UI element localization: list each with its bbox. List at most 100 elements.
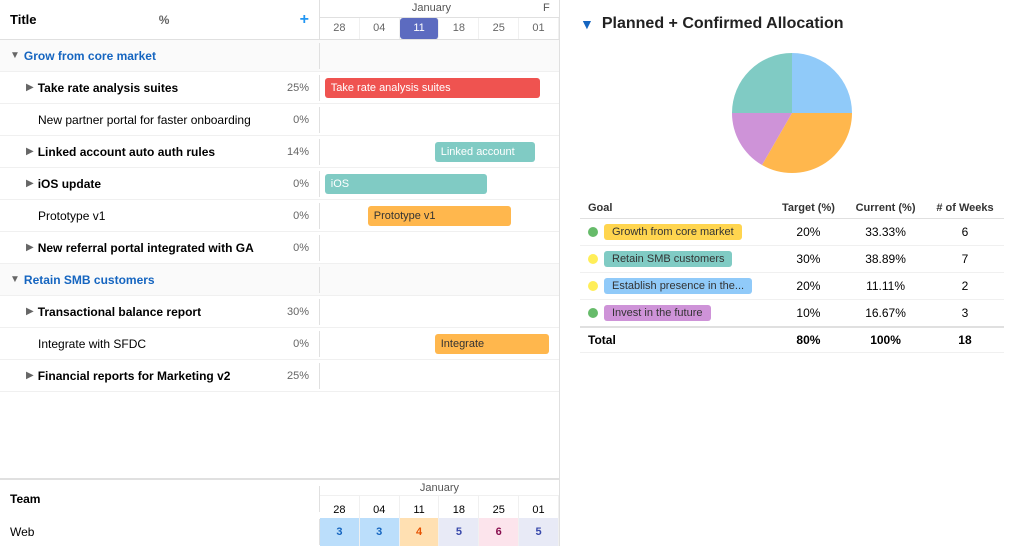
- add-button[interactable]: +: [300, 11, 309, 29]
- goal-badge-1: Retain SMB customers: [604, 251, 732, 267]
- partner-portal-label-col: New partner portal for faster onboarding…: [0, 107, 320, 133]
- current-0: 33.33%: [845, 219, 926, 246]
- expand-icon-ios[interactable]: ▶: [26, 178, 34, 189]
- table-header-row: Goal Target (%) Current (%) # of Weeks: [580, 198, 1004, 219]
- table-row: Growth from core market 20% 33.33% 6: [580, 219, 1004, 246]
- expand-icon-ref[interactable]: ▶: [26, 242, 34, 253]
- pie-segment-retain: [732, 53, 792, 113]
- table-row: Retain SMB customers 30% 38.89% 7: [580, 246, 1004, 273]
- total-target: 80%: [772, 327, 845, 353]
- pie-segment-establish: [792, 53, 852, 113]
- pie-chart: [712, 43, 872, 183]
- target-3: 10%: [772, 300, 845, 328]
- sfdc-label-col: Integrate with SFDC 0%: [0, 331, 320, 357]
- goal-badge-2: Establish presence in the...: [604, 278, 752, 294]
- weeks-1: 7: [926, 246, 1004, 273]
- collapse-icon[interactable]: ▼: [10, 50, 20, 61]
- target-0: 20%: [772, 219, 845, 246]
- weeks-2: 2: [926, 273, 1004, 300]
- prototype-bar: Prototype v1: [368, 206, 511, 226]
- panel-title: Planned + Confirmed Allocation: [602, 15, 844, 33]
- footer-cell-row: 3 3 4 5 6 5: [320, 518, 559, 546]
- expand-icon-la[interactable]: ▶: [26, 146, 34, 157]
- panel-title-row: ▼ Planned + Confirmed Allocation: [580, 15, 1004, 33]
- col-weeks: # of Weeks: [926, 198, 1004, 219]
- group-grow: ▼ Grow from core market: [0, 40, 559, 72]
- weeks-3: 3: [926, 300, 1004, 328]
- month-label: January: [320, 2, 543, 14]
- footer-cell-1: 3: [320, 518, 360, 546]
- allocation-table: Goal Target (%) Current (%) # of Weeks G…: [580, 198, 1004, 353]
- col-target: Target (%): [772, 198, 845, 219]
- goal-badge-0: Growth from core market: [604, 224, 742, 240]
- pie-chart-container: [580, 43, 1004, 183]
- take-rate-label-col: ▶ Take rate analysis suites 25%: [0, 75, 320, 101]
- total-current: 100%: [845, 327, 926, 353]
- current-3: 16.67%: [845, 300, 926, 328]
- table-row: Invest in the future 10% 16.67% 3: [580, 300, 1004, 328]
- goal-cell-2: Establish presence in the...: [580, 273, 772, 300]
- referral-label-col: ▶ New referral portal integrated with GA…: [0, 235, 320, 261]
- linked-account-pct: 14%: [274, 146, 309, 158]
- footer-team-name: Web: [0, 519, 320, 545]
- gantt-panel: Title % + January F 28 04 11 18 25 01: [0, 0, 560, 546]
- total-weeks: 18: [926, 327, 1004, 353]
- financial-label-col: ▶ Financial reports for Marketing v2 25%: [0, 363, 320, 389]
- total-label: Total: [580, 327, 772, 353]
- goal-dot-3: [588, 308, 598, 318]
- referral-label: New referral portal integrated with GA: [38, 241, 254, 255]
- group-retain: ▼ Retain SMB customers: [0, 264, 559, 296]
- ios-label: iOS update: [38, 177, 101, 191]
- footer-cell-5: 6: [479, 518, 519, 546]
- expand-icon-fin[interactable]: ▶: [26, 370, 34, 381]
- table-row: Establish presence in the... 20% 11.11% …: [580, 273, 1004, 300]
- partner-portal-pct: 0%: [274, 114, 309, 126]
- footer-cell-3: 4: [400, 518, 440, 546]
- expand-icon-tb[interactable]: ▶: [26, 306, 34, 317]
- title-label: Title: [10, 12, 37, 27]
- group-grow-label: Grow from core market: [24, 49, 156, 63]
- ios-bar: iOS: [325, 174, 488, 194]
- footer-team-skill-header: Team Skill: [0, 486, 320, 512]
- month-label-f: F: [543, 2, 559, 14]
- gantt-header: Title % + January F 28 04 11 18 25 01: [0, 0, 559, 40]
- row-referral: ▶ New referral portal integrated with GA…: [0, 232, 559, 264]
- collapse-icon-retain[interactable]: ▼: [10, 274, 20, 285]
- linked-account-label-col: ▶ Linked account auto auth rules 14%: [0, 139, 320, 165]
- group-retain-label-col: ▼ Retain SMB customers: [0, 267, 320, 293]
- sfdc-pct: 0%: [274, 338, 309, 350]
- current-1: 38.89%: [845, 246, 926, 273]
- target-1: 30%: [772, 246, 845, 273]
- goal-dot-0: [588, 227, 598, 237]
- goal-cell-0: Growth from core market: [580, 219, 772, 246]
- day-row: 28 04 11 18 25 01: [320, 18, 559, 39]
- table-body: Growth from core market 20% 33.33% 6 Ret…: [580, 219, 1004, 328]
- financial-pct: 25%: [274, 370, 309, 382]
- pct-label: %: [159, 13, 170, 27]
- prototype-pct: 0%: [274, 210, 309, 222]
- footer-data-row: Web Dev (4 staff) 3 3 4 5 6 5: [0, 518, 559, 546]
- footer-team-label: Team: [0, 486, 320, 512]
- expand-icon[interactable]: ▶: [26, 82, 34, 93]
- take-rate-pct: 25%: [274, 82, 309, 94]
- footer-team-data: Web Dev (4 staff): [0, 519, 320, 545]
- partner-portal-label: New partner portal for faster onboarding: [38, 113, 251, 127]
- sfdc-label: Integrate with SFDC: [38, 337, 146, 351]
- total-row: Total 80% 100% 18: [580, 327, 1004, 353]
- day-25: 25: [479, 18, 519, 39]
- row-linked-account: ▶ Linked account auto auth rules 14% Lin…: [0, 136, 559, 168]
- collapse-triangle-icon[interactable]: ▼: [580, 16, 594, 32]
- linked-account-label: Linked account auto auth rules: [38, 145, 215, 159]
- ios-pct: 0%: [274, 178, 309, 190]
- gantt-footer: Team Skill January 28 04 11 18 25 01: [0, 478, 559, 546]
- day-28: 28: [320, 18, 360, 39]
- footer-cell-6: 5: [519, 518, 559, 546]
- take-rate-label: Take rate analysis suites: [38, 81, 179, 95]
- col-current: Current (%): [845, 198, 926, 219]
- footer-header-row: Team Skill January 28 04 11 18 25 01: [0, 480, 559, 518]
- row-partner-portal: New partner portal for faster onboarding…: [0, 104, 559, 136]
- footer-month: January: [320, 480, 559, 496]
- row-ios: ▶ iOS update 0% iOS: [0, 168, 559, 200]
- row-prototype: Prototype v1 0% Prototype v1: [0, 200, 559, 232]
- row-sfdc: Integrate with SFDC 0% Integrate: [0, 328, 559, 360]
